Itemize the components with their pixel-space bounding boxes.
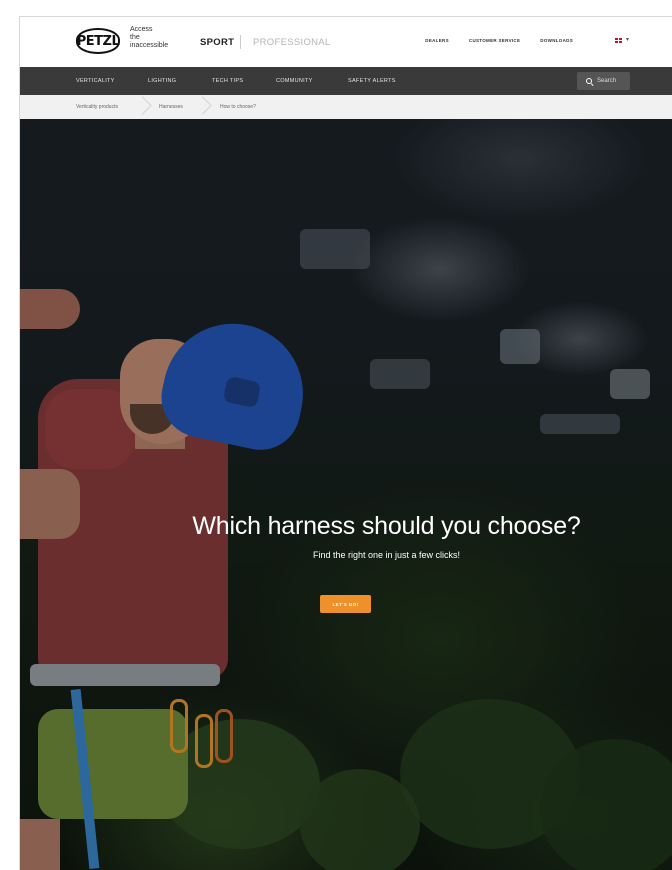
top-header: PETZL Access the inaccessible SPORT PROF… — [20, 17, 672, 67]
search-icon — [586, 77, 593, 85]
petzl-logo[interactable]: PETZL — [76, 28, 120, 54]
search-label: Search — [597, 78, 617, 84]
universe-sport-link[interactable]: SPORT — [200, 37, 234, 48]
main-navigation: VERTICALITY LIGHTING TECH TIPS COMMUNITY… — [20, 67, 672, 95]
tagline-line-1: Access — [130, 26, 153, 33]
breadcrumb-item-how-to-choose: How to choose? — [220, 104, 256, 110]
chevron-down-icon[interactable]: ▾ — [626, 36, 629, 43]
utility-links: DEALERS CUSTOMER SERVICE DOWNLOADS — [425, 38, 573, 43]
breadcrumb-separator-icon — [136, 95, 146, 119]
breadcrumb-separator-icon — [196, 95, 206, 119]
nav-item-verticality[interactable]: VERTICALITY — [76, 78, 115, 84]
brand-tagline: Access the inaccessible — [130, 26, 190, 50]
downloads-link[interactable]: DOWNLOADS — [540, 38, 573, 43]
nav-item-safety-alerts[interactable]: SAFETY ALERTS — [348, 78, 396, 84]
page: PETZL Access the inaccessible SPORT PROF… — [19, 16, 672, 870]
search-button[interactable]: Search — [577, 72, 630, 90]
breadcrumb: Verticality products Harnesses How to ch… — [20, 95, 672, 120]
hero-title: Which harness should you choose? — [192, 512, 581, 540]
universe-professional-link[interactable]: PROFESSIONAL — [253, 37, 331, 48]
customer-service-link[interactable]: CUSTOMER SERVICE — [469, 38, 520, 43]
breadcrumb-item-harnesses[interactable]: Harnesses — [159, 104, 183, 110]
nav-item-community[interactable]: COMMUNITY — [276, 78, 313, 84]
universe-divider — [240, 35, 241, 49]
breadcrumb-item-verticality-products[interactable]: Verticality products — [76, 104, 118, 110]
tagline-line-2: the — [130, 34, 140, 41]
hero-subtitle: Find the right one in just a few clicks! — [312, 550, 461, 560]
dealers-link[interactable]: DEALERS — [425, 38, 449, 43]
hero-dim-overlay — [20, 119, 672, 870]
uk-flag-icon[interactable] — [615, 38, 622, 43]
nav-item-lighting[interactable]: LIGHTING — [148, 78, 176, 84]
hero-banner: Which harness should you choose? Find th… — [20, 119, 672, 870]
lets-go-button[interactable]: LET'S GO! — [320, 595, 371, 613]
tagline-line-3: inaccessible — [130, 42, 169, 49]
nav-item-tech-tips[interactable]: TECH TIPS — [212, 78, 243, 84]
